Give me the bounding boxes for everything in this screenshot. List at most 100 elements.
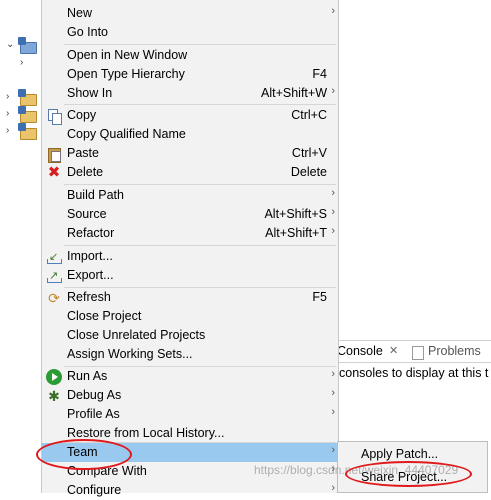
chevron-right-icon: › xyxy=(331,387,335,399)
copy-icon xyxy=(46,108,62,125)
chevron-right-icon: › xyxy=(331,206,335,218)
menu-item-label: Source xyxy=(67,207,107,221)
context-menu: New › Go Into Open in New Window Open Typ… xyxy=(41,0,339,497)
tree-row-project[interactable]: › xyxy=(6,123,40,140)
menu-item-label: Import... xyxy=(67,249,113,263)
menu-item-label: Close Unrelated Projects xyxy=(67,328,206,342)
menu-separator xyxy=(64,44,336,45)
menu-item-run-as[interactable]: Run As › xyxy=(42,367,338,386)
menu-item-go-into[interactable]: Go Into xyxy=(42,23,338,42)
problems-icon xyxy=(412,346,424,360)
menu-item-label: Debug As xyxy=(67,388,122,402)
chevron-right-icon: › xyxy=(331,368,335,380)
delete-icon: ✖ xyxy=(47,164,61,181)
menu-item-label: Assign Working Sets... xyxy=(67,347,193,361)
menu-item-delete[interactable]: ✖ Delete Delete xyxy=(42,163,338,182)
chevron-right-icon[interactable]: › xyxy=(6,125,9,136)
debug-icon: ✱ xyxy=(48,388,60,404)
tree-row-project[interactable]: › xyxy=(6,106,40,123)
menu-item-import[interactable]: ↙ Import... xyxy=(42,247,338,266)
menu-item-label: Delete xyxy=(67,165,104,179)
menu-item-label: Go Into xyxy=(67,25,108,39)
menu-item-copy[interactable]: Copy Ctrl+C xyxy=(42,106,338,125)
menu-item-close-unrelated-projects[interactable]: Close Unrelated Projects xyxy=(42,326,338,345)
menu-item-shortcut: F5 xyxy=(312,290,327,304)
chevron-right-icon: › xyxy=(331,225,335,237)
menu-item-label: Restore from Local History... xyxy=(67,426,225,440)
project-explorer-tree: ⌄ › › › › xyxy=(0,0,42,493)
menu-item-paste[interactable]: Paste Ctrl+V xyxy=(42,144,338,163)
menu-item-shortcut: Ctrl+V xyxy=(291,146,327,160)
chevron-right-icon: › xyxy=(331,85,335,97)
menu-item-configure[interactable]: Configure › xyxy=(42,481,338,500)
menu-item-shortcut: Alt+Shift+W xyxy=(261,86,327,100)
menu-separator xyxy=(64,104,336,105)
menu-item-label: Copy Qualified Name xyxy=(67,127,186,141)
menu-item-shortcut: F4 xyxy=(312,67,327,81)
java-project-icon xyxy=(18,106,37,123)
menu-item-new[interactable]: New › xyxy=(42,4,338,23)
menu-item-debug-as[interactable]: ✱ Debug As › xyxy=(42,386,338,405)
chevron-right-icon: › xyxy=(331,482,335,494)
menu-item-assign-working-sets[interactable]: Assign Working Sets... xyxy=(42,345,338,364)
java-project-icon xyxy=(18,89,37,106)
menu-item-shortcut: Delete xyxy=(290,165,327,179)
chevron-right-icon: › xyxy=(331,406,335,418)
menu-item-label: Open in New Window xyxy=(67,48,188,62)
tree-row-project[interactable]: › xyxy=(6,89,40,106)
java-project-icon xyxy=(18,123,37,140)
menu-separator xyxy=(64,245,336,246)
menu-item-label: Run As xyxy=(67,369,108,383)
menu-item-label: Refactor xyxy=(67,226,115,240)
menu-item-build-path[interactable]: Build Path › xyxy=(42,186,338,205)
menu-item-label: Close Project xyxy=(67,309,142,323)
tab-problems[interactable]: Problems xyxy=(428,344,481,358)
chevron-right-icon[interactable]: › xyxy=(20,57,23,68)
menu-item-shortcut: Alt+Shift+T xyxy=(265,226,327,240)
menu-item-label: Copy xyxy=(67,108,97,122)
menu-item-refresh[interactable]: ⟳ Refresh F5 xyxy=(42,288,338,307)
menu-separator xyxy=(64,184,336,185)
close-icon[interactable]: ✕ xyxy=(389,344,398,357)
tree-row-project[interactable]: ⌄ xyxy=(6,37,40,54)
menu-item-label: Export... xyxy=(67,268,114,282)
menu-item-open-type-hierarchy[interactable]: Open Type Hierarchy F4 xyxy=(42,65,338,84)
paste-icon xyxy=(46,146,62,163)
menu-item-label: Apply Patch... xyxy=(361,447,439,461)
menu-item-close-project[interactable]: Close Project xyxy=(42,307,338,326)
annotation-ellipse xyxy=(36,439,132,470)
menu-item-open-in-new-window[interactable]: Open in New Window xyxy=(42,46,338,65)
menu-item-label: Open Type Hierarchy xyxy=(67,67,185,81)
chevron-right-icon: › xyxy=(331,5,335,17)
menu-item-copy-qualified-name[interactable]: Copy Qualified Name xyxy=(42,125,338,144)
console-message: consoles to display at this t xyxy=(339,366,489,380)
menu-item-label: Refresh xyxy=(67,290,111,304)
annotation-ellipse xyxy=(345,461,472,487)
tree-row-child[interactable]: › xyxy=(6,56,40,72)
java-project-icon xyxy=(18,37,37,54)
tab-console[interactable]: Console xyxy=(337,344,383,358)
menu-item-show-in[interactable]: Show In Alt+Shift+W › xyxy=(42,84,338,103)
run-icon xyxy=(46,369,62,385)
chevron-right-icon: › xyxy=(331,187,335,199)
chevron-right-icon[interactable]: › xyxy=(6,91,9,102)
chevron-right-icon: › xyxy=(331,444,335,456)
menu-item-label: Profile As xyxy=(67,407,120,421)
menu-item-profile-as[interactable]: Profile As › xyxy=(42,405,338,424)
menu-item-export[interactable]: ↗ Export... xyxy=(42,266,338,285)
menu-item-source[interactable]: Source Alt+Shift+S › xyxy=(42,205,338,224)
refresh-icon: ⟳ xyxy=(48,290,60,306)
chevron-down-icon[interactable]: ⌄ xyxy=(6,39,14,50)
menu-item-label: New xyxy=(67,6,93,20)
menu-item-label: Show In xyxy=(67,86,113,100)
view-tab-bar: Console ✕ Problems xyxy=(337,340,491,363)
chevron-right-icon[interactable]: › xyxy=(6,108,9,119)
export-icon: ↗ xyxy=(46,268,62,284)
import-icon: ↙ xyxy=(46,249,62,265)
menu-item-label: Configure xyxy=(67,483,122,497)
menu-item-shortcut: Alt+Shift+S xyxy=(264,207,327,221)
menu-item-refactor[interactable]: Refactor Alt+Shift+T › xyxy=(42,224,338,243)
menu-item-shortcut: Ctrl+C xyxy=(291,108,327,122)
menu-item-label: Paste xyxy=(67,146,99,160)
console-body: consoles to display at this t xyxy=(337,363,491,383)
